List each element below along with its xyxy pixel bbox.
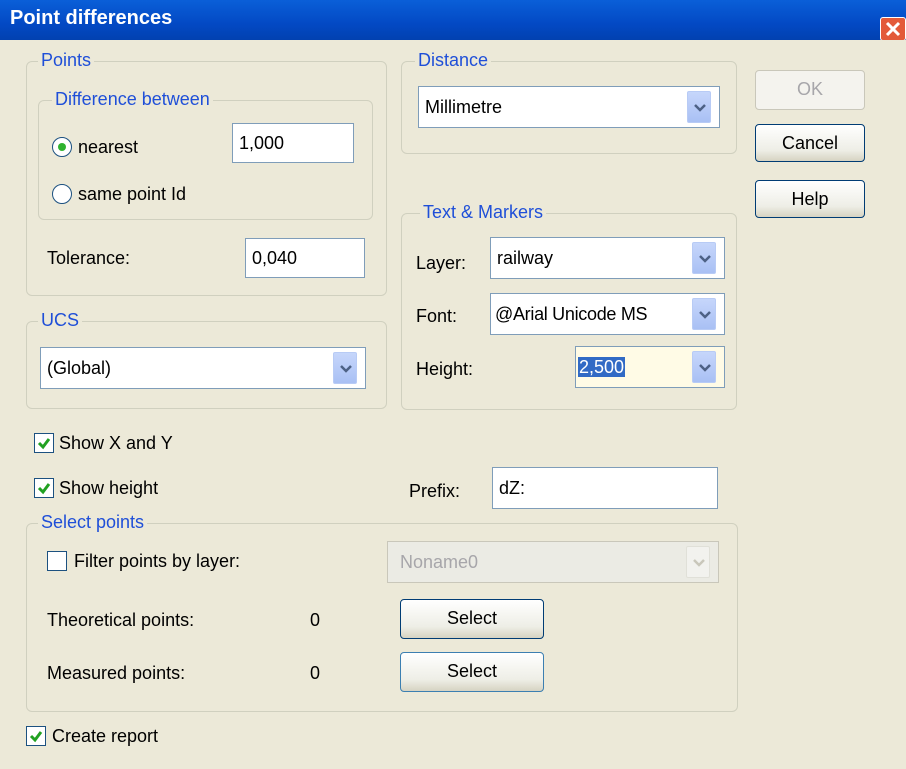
chevron-down-icon [693,559,705,567]
filter-layer-value: Noname0 [400,552,479,572]
filter-by-layer-checkbox[interactable] [47,551,67,571]
height-value-wrap: 2,500 [578,347,626,387]
points-legend: Points [38,50,95,70]
theoretical-points-count: 0 [310,610,321,630]
layer-select[interactable]: railway [490,237,725,279]
chevron-down-icon [699,255,711,263]
height-select[interactable]: 2,500 [575,346,725,388]
show-xy-label: Show X and Y [59,433,173,453]
theoretical-points-label: Theoretical points: [47,610,195,630]
layer-dropdown-button[interactable] [692,242,716,274]
nearest-label: nearest [78,137,139,157]
chevron-down-icon [694,104,706,112]
difference-legend: Difference between [52,89,213,109]
distance-select[interactable]: Millimetre [418,86,720,128]
nearest-input[interactable]: 1,000 [232,123,354,163]
check-icon [29,731,43,743]
filter-layer-dropdown-button[interactable] [686,546,710,578]
height-value: 2,500 [578,357,626,377]
same-point-id-label: same point Id [78,184,187,204]
create-report-label: Create report [52,726,159,746]
text-markers-legend: Text & Markers [420,202,547,222]
check-icon [37,438,51,450]
distance-value: Millimetre [425,97,503,117]
same-point-id-radio[interactable] [52,184,72,204]
ucs-legend: UCS [38,310,83,330]
filter-layer-select[interactable]: Noname0 [387,541,719,583]
font-dropdown-button[interactable] [692,298,716,330]
nearest-radio[interactable] [52,137,72,157]
window-title: Point differences [10,7,173,29]
title-bar[interactable]: Point differences [0,0,906,41]
select-measured-button[interactable]: Select [400,652,544,692]
tolerance-label: Tolerance: [47,248,131,268]
height-dropdown-button[interactable] [692,351,716,383]
chevron-down-icon [699,311,711,319]
font-label: Font: [416,306,458,326]
prefix-label: Prefix: [409,481,461,501]
distance-legend: Distance [415,50,492,70]
show-height-checkbox[interactable] [34,478,54,498]
ucs-dropdown-button[interactable] [333,352,357,384]
ucs-value: (Global) [47,358,112,378]
close-button[interactable] [880,17,906,41]
create-report-checkbox[interactable] [26,726,46,746]
cancel-button[interactable]: Cancel [755,124,865,162]
help-button[interactable]: Help [755,180,865,218]
chevron-down-icon [699,364,711,372]
prefix-input[interactable]: dZ: [492,467,718,509]
show-xy-checkbox[interactable] [34,433,54,453]
height-label: Height: [416,359,474,379]
select-points-legend: Select points [38,512,148,532]
radio-selected-dot [58,143,66,151]
distance-dropdown-button[interactable] [687,91,711,123]
filter-by-layer-label: Filter points by layer: [74,551,241,571]
close-icon [885,21,901,37]
chevron-down-icon [340,365,352,373]
font-select[interactable]: @Arial Unicode MS [490,293,725,335]
ok-button[interactable]: OK [755,70,865,110]
layer-value: railway [497,248,554,268]
ucs-select[interactable]: (Global) [40,347,366,389]
layer-label: Layer: [416,253,467,273]
tolerance-input[interactable]: 0,040 [245,238,365,278]
show-height-label: Show height [59,478,159,498]
check-icon [37,483,51,495]
select-theoretical-button[interactable]: Select [400,599,544,639]
measured-points-count: 0 [310,663,321,683]
font-value: @Arial Unicode MS [495,304,648,324]
measured-points-label: Measured points: [47,663,186,683]
